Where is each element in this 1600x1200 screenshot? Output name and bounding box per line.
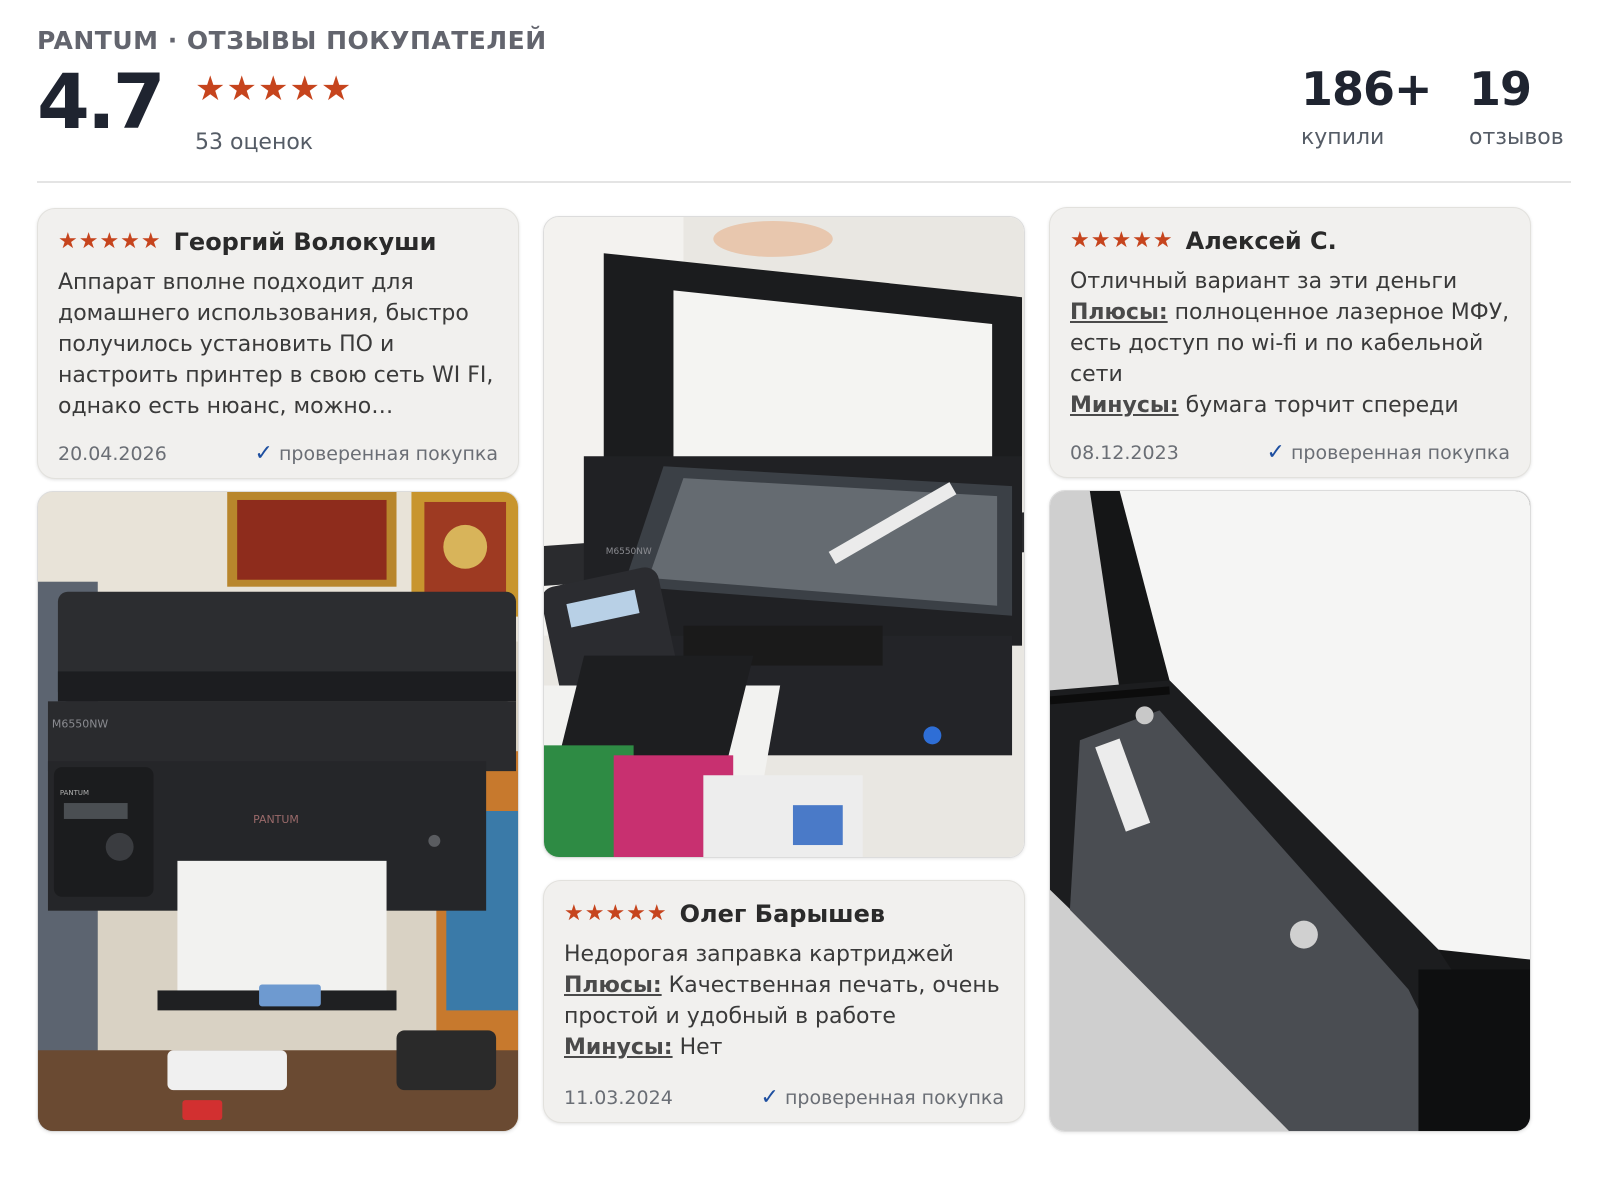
- review-date: 20.04.2026: [58, 442, 167, 465]
- printer-model-label-2: M6550NW: [606, 547, 652, 557]
- verified-label: проверенная покупка: [1290, 441, 1510, 464]
- review-author: Олег Барышев: [679, 900, 886, 928]
- verified-badge: ✓ проверенная покупка: [1267, 440, 1510, 465]
- cons-text: бумага торчит спереди: [1185, 393, 1459, 418]
- cons-label: Минусы:: [1070, 393, 1179, 418]
- pros-label: Плюсы:: [564, 973, 662, 998]
- lid-closeup-image: [1050, 491, 1530, 1131]
- printer-photo-image: M6550NW PANTUM PANTUM: [38, 492, 518, 1131]
- review-pros: Плюсы: Качественная печать, очень просто…: [564, 970, 1004, 1032]
- verified-label: проверенная покупка: [784, 1086, 1004, 1109]
- reviews-header: PANTUM · ОТЗЫВЫ ПОКУПАТЕЛЕЙ 4.7 ★★★★★ 53…: [37, 0, 1571, 184]
- review-text: Недорогая заправка картриджей Плюсы: Кач…: [564, 939, 1004, 1063]
- review-stars: ★★★★★: [564, 901, 668, 926]
- printer-brand-small: PANTUM: [60, 789, 89, 797]
- review-photo[interactable]: [1049, 490, 1531, 1132]
- stat-reviews[interactable]: 19 отзывов: [1469, 64, 1564, 150]
- review-card[interactable]: ★★★★★ Олег Барышев Недорогая заправка ка…: [543, 880, 1025, 1123]
- average-rating: 4.7: [37, 57, 166, 146]
- check-icon: ✓: [254, 441, 273, 466]
- review-summary: Отличный вариант за эти деньги: [1070, 269, 1458, 294]
- verified-badge: ✓ проверенная покупка: [255, 441, 498, 466]
- review-card[interactable]: ★★★★★ Георгий Волокуши Аппарат вполне по…: [37, 208, 519, 479]
- review-text: Отличный вариант за эти деньги Плюсы: по…: [1070, 266, 1510, 421]
- bought-label: купили: [1301, 124, 1385, 150]
- reviews-label: отзывов: [1469, 124, 1564, 150]
- header-divider: [37, 181, 1571, 183]
- rating-stars: ★★★★★: [195, 69, 353, 109]
- printer-model-label: M6550NW: [52, 717, 108, 730]
- cons-text: Нет: [679, 1035, 723, 1060]
- review-photo[interactable]: M6550NW PANTUM PANTUM: [37, 491, 519, 1132]
- verified-badge: ✓ проверенная покупка: [761, 1085, 1004, 1110]
- reviews-count: 19: [1469, 62, 1532, 116]
- ratings-count[interactable]: 53 оценок: [195, 130, 313, 155]
- review-stars: ★★★★★: [1070, 228, 1174, 253]
- review-pros: Плюсы: полноценное лазерное МФУ, есть до…: [1070, 297, 1510, 390]
- review-summary: Недорогая заправка картриджей: [564, 942, 954, 967]
- check-icon: ✓: [1266, 440, 1285, 465]
- review-date: 08.12.2023: [1070, 441, 1179, 464]
- review-stars: ★★★★★: [58, 229, 162, 254]
- review-body: Аппарат вполне подходит для домашнего ис…: [58, 270, 494, 419]
- review-cons: Минусы: Нет: [564, 1032, 1004, 1063]
- brand-title: PANTUM · ОТЗЫВЫ ПОКУПАТЕЛЕЙ: [37, 26, 547, 55]
- stat-bought: 186+ купили: [1301, 62, 1433, 150]
- pros-label: Плюсы:: [1070, 300, 1168, 325]
- review-card[interactable]: ★★★★★ Алексей С. Отличный вариант за эти…: [1049, 207, 1531, 478]
- verified-label: проверенная покупка: [278, 442, 498, 465]
- review-text: Аппарат вполне подходит для домашнего ис…: [58, 267, 498, 422]
- bought-count: 186+: [1301, 62, 1433, 116]
- review-date: 11.03.2024: [564, 1086, 673, 1109]
- check-icon: ✓: [760, 1085, 779, 1110]
- review-cons: Минусы: бумага торчит спереди: [1070, 390, 1510, 421]
- review-author: Георгий Волокуши: [173, 228, 437, 256]
- review-author: Алексей С.: [1185, 227, 1337, 255]
- scanner-photo-image: M6550NW: [544, 217, 1024, 857]
- review-photo[interactable]: M6550NW: [543, 216, 1025, 858]
- printer-brand-label: PANTUM: [253, 813, 299, 826]
- cons-label: Минусы:: [564, 1035, 673, 1060]
